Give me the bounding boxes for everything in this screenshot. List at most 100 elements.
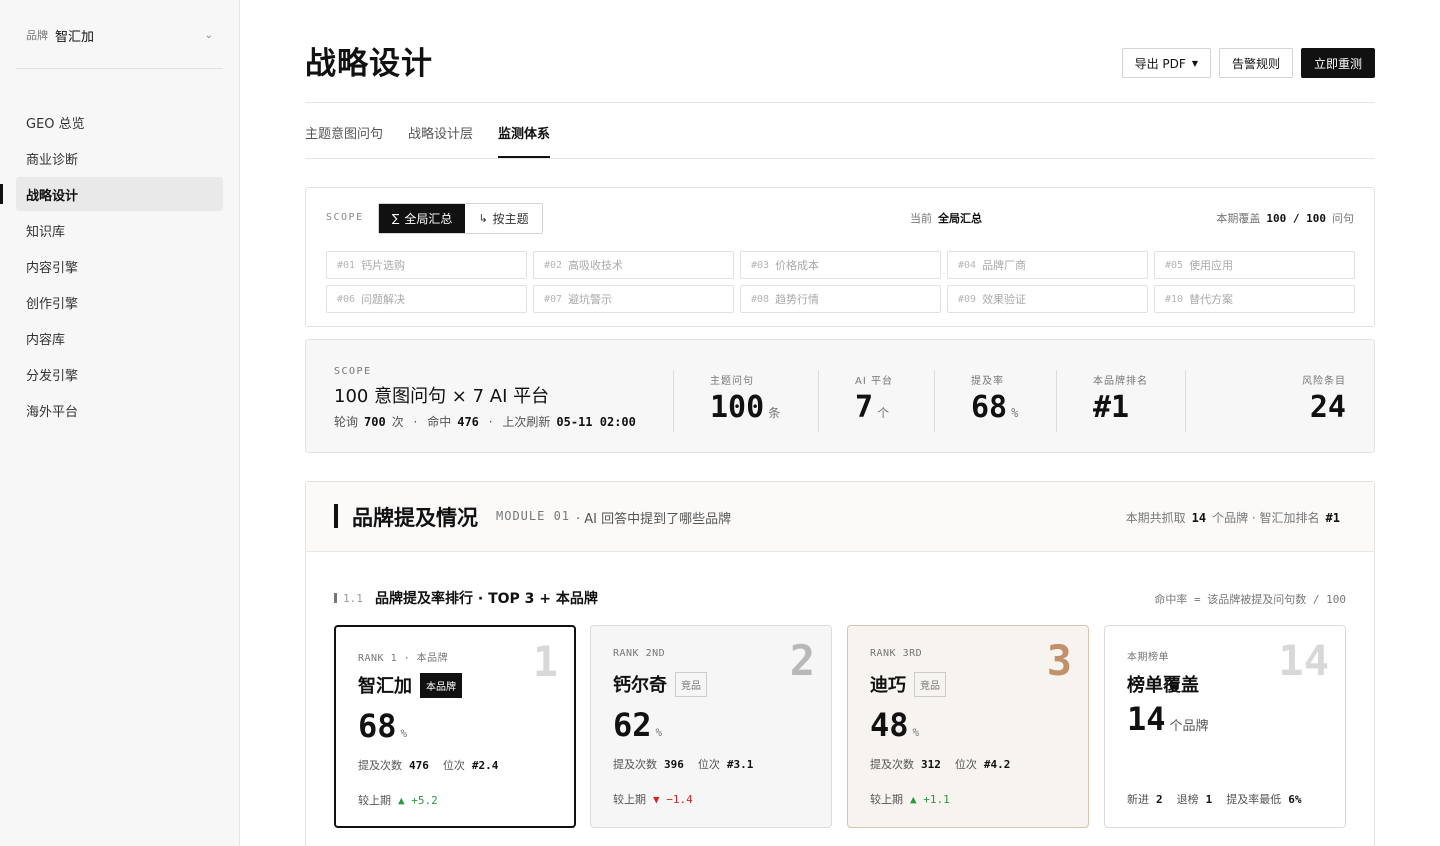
- refresh-value: 05-11 02:00: [556, 415, 636, 429]
- rank-card-competitor[interactable]: RANK 3RD 3 迪巧 竞品 48% 提及次数 312 位次 #4.2 较上期 ▲ +…: [847, 625, 1089, 828]
- board-coverage-card[interactable]: 本期榜单 14 榜单覆盖 14 个品牌 新进 2 退榜 1 提及率最低 6%: [1104, 625, 1346, 828]
- module-title: 品牌提及情况: [352, 506, 478, 530]
- coverage-value: 100 / 100: [1266, 212, 1326, 225]
- stat-unit: 条: [768, 406, 781, 420]
- board-title: 榜单覆盖: [1127, 675, 1199, 696]
- competitor-badge: 竞品: [675, 671, 707, 697]
- stat-risk-items: 风险条目 24: [1302, 372, 1346, 425]
- topic-chip-name: 价格成本: [775, 259, 820, 272]
- card-rank-label: RANK 2ND: [613, 648, 666, 659]
- summary-panel: SCOPE 100 意图问句 × 7 AI 平台 轮询 700 次 · 命中 476 …: [305, 339, 1375, 453]
- topic-chip[interactable]: #05 使用应用: [1154, 251, 1355, 279]
- sidebar-item-strategy-design[interactable]: 战略设计: [16, 177, 223, 211]
- topic-chip[interactable]: #06 问题解决: [326, 285, 527, 313]
- stat-brand-rank: 本品牌排名 #1: [1093, 372, 1148, 425]
- own-brand-badge: 本品牌: [420, 672, 462, 698]
- sidebar-item-business-diagnosis[interactable]: 商业诊断: [16, 141, 223, 175]
- sum-icon: ∑: [392, 212, 400, 225]
- stat-unit: 个: [877, 406, 890, 420]
- brand-selector[interactable]: 品牌 智汇加 ⌄: [16, 20, 223, 50]
- card-mention-rate: 68%: [358, 707, 408, 745]
- scope-panel: SCOPE ∑ 全局汇总 ↳ 按主题 当前 全局汇总 本期覆盖 100 / 100 问…: [305, 187, 1375, 327]
- refresh-label: 上次刷新: [502, 415, 551, 429]
- stat-value: 7个: [855, 390, 890, 425]
- stat-questions: 主题问句 100 条: [710, 372, 780, 425]
- card-stats: 提及次数 396 位次 #3.1: [613, 758, 754, 771]
- meta-separator: ·: [413, 415, 418, 429]
- delta-up: ▲ +1.1: [910, 793, 950, 806]
- summary-scope-label: SCOPE: [334, 366, 372, 377]
- card-mention-rate: 48%: [870, 706, 920, 744]
- topic-chip-num: #10: [1165, 293, 1184, 305]
- module-summary: 本期共抓取 14 个品牌 · 智汇加排名 #1: [1125, 511, 1340, 525]
- scope-toggle: ∑ 全局汇总 ↳ 按主题: [378, 203, 543, 234]
- summary-meta: 轮询 700 次 · 命中 476 · 上次刷新 05-11 02:00: [334, 413, 642, 430]
- topic-chip-num: #04: [958, 259, 977, 271]
- sidebar-item-creation-engine[interactable]: 创作引擎: [16, 285, 223, 319]
- topic-chip[interactable]: #10 替代方案: [1154, 285, 1355, 313]
- alert-rules-button[interactable]: 告警规则: [1218, 48, 1293, 78]
- card-rank-number: 2: [789, 636, 815, 685]
- tab-strategy-layer[interactable]: 战略设计层: [408, 120, 473, 158]
- topic-chip-num: #09: [958, 293, 977, 305]
- export-pdf-button[interactable]: 导出 PDF ▼: [1121, 48, 1211, 78]
- chevron-down-icon: ⌄: [204, 29, 213, 41]
- header-divider: [305, 102, 1375, 103]
- topic-chip[interactable]: #03 价格成本: [740, 251, 941, 279]
- rank-card-competitor[interactable]: RANK 2ND 2 钙尔奇 竞品 62% 提及次数 396 位次 #3.1 较上期 ▼ …: [590, 625, 832, 828]
- sidebar-item-content-engine[interactable]: 内容引擎: [16, 249, 223, 283]
- current-scope: 当前 全局汇总: [910, 210, 982, 226]
- card-brand-name: 智汇加 本品牌: [358, 672, 462, 698]
- sidebar: 品牌 智汇加 ⌄ GEO 总览 商业诊断 战略设计 知识库 内容引擎 创作引擎 …: [0, 0, 240, 846]
- current-scope-value: 全局汇总: [938, 212, 982, 225]
- module-description: · AI 回答中提到了哪些品牌: [576, 512, 732, 527]
- sidebar-item-content-library[interactable]: 内容库: [16, 321, 223, 355]
- stat-label: 主题问句: [710, 376, 754, 387]
- rank-card-self[interactable]: RANK 1 · 本品牌 1 智汇加 本品牌 68% 提及次数 476 位次 #2.4 …: [334, 625, 576, 828]
- board-big-number: 14: [1278, 636, 1329, 685]
- stat-label: 本品牌排名: [1093, 376, 1148, 387]
- module-code: MODULE 01: [496, 509, 571, 523]
- export-pdf-label: 导出 PDF: [1134, 56, 1186, 71]
- retest-now-button[interactable]: 立即重测: [1300, 48, 1375, 78]
- brand-tag: 品牌: [26, 29, 48, 42]
- topic-chip[interactable]: #04 品牌厂商: [947, 251, 1148, 279]
- poll-value: 700: [364, 415, 386, 429]
- meta-separator: ·: [488, 415, 493, 429]
- stat-label: AI 平台: [855, 376, 893, 387]
- scope-toggle-all[interactable]: ∑ 全局汇总: [379, 204, 466, 233]
- module-header: 品牌提及情况 MODULE 01 · AI 回答中提到了哪些品牌 本期共抓取 14…: [306, 482, 1374, 552]
- topic-chip[interactable]: #01 钙片选购: [326, 251, 527, 279]
- board-label: 本期榜单: [1127, 652, 1169, 663]
- tab-intent-questions[interactable]: 主题意图问句: [305, 120, 383, 158]
- card-stats: 提及次数 312 位次 #4.2: [870, 758, 1011, 771]
- poll-label: 轮询: [334, 415, 359, 429]
- topic-chip-num: #05: [1165, 259, 1184, 271]
- subsection-number: 1.1: [343, 592, 363, 605]
- card-brand-name: 钙尔奇 竞品: [613, 671, 707, 697]
- sidebar-item-geo-overview[interactable]: GEO 总览: [16, 105, 223, 139]
- sidebar-item-distribution-engine[interactable]: 分发引擎: [16, 357, 223, 391]
- current-scope-label: 当前: [910, 212, 932, 225]
- coverage-label: 本期覆盖: [1216, 212, 1261, 225]
- topic-chip[interactable]: #08 趋势行情: [740, 285, 941, 313]
- header-actions: 导出 PDF ▼ 告警规则 立即重测: [1121, 48, 1375, 78]
- topic-chip[interactable]: #09 效果验证: [947, 285, 1148, 313]
- sidebar-item-knowledge-base[interactable]: 知识库: [16, 213, 223, 247]
- topic-chip-name: 高吸收技术: [568, 259, 624, 272]
- stat-value: 68%: [971, 390, 1019, 425]
- topic-chip[interactable]: #07 避坑警示: [533, 285, 734, 313]
- card-delta: 较上期 ▼ −1.4: [613, 793, 693, 806]
- stat-mention-rate: 提及率 68%: [971, 372, 1018, 425]
- card-rank-label: RANK 3RD: [870, 648, 923, 659]
- card-delta: 较上期 ▲ +1.1: [870, 793, 950, 806]
- board-stats: 新进 2 退榜 1 提及率最低 6%: [1127, 793, 1302, 806]
- topic-chips: #01 钙片选购 #02 高吸收技术 #03 价格成本 #04 品牌厂商 #05 使用应用…: [326, 251, 1355, 313]
- topic-chip-num: #01: [337, 259, 356, 271]
- page-title: 战略设计: [305, 46, 433, 82]
- board-value: 14 个品牌: [1127, 700, 1209, 738]
- topic-chip[interactable]: #02 高吸收技术: [533, 251, 734, 279]
- scope-toggle-topic[interactable]: ↳ 按主题: [465, 204, 541, 233]
- tab-monitoring-system[interactable]: 监测体系: [498, 120, 551, 158]
- sidebar-item-overseas-platform[interactable]: 海外平台: [16, 393, 223, 427]
